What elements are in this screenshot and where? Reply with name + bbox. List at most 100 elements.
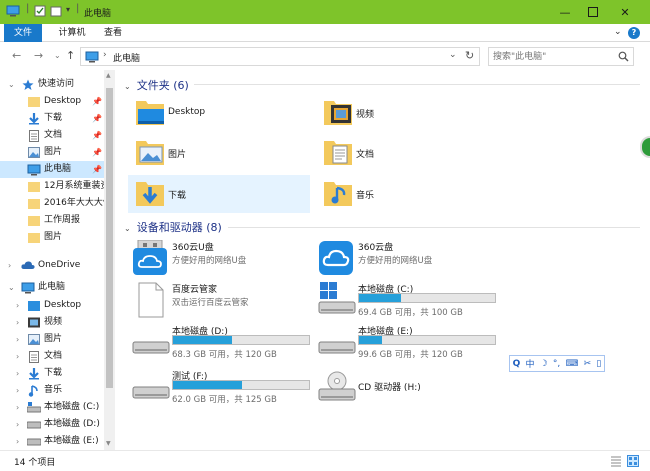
group-header-folders[interactable]: ⌄ 文件夹 (6) (124, 77, 189, 93)
breadcrumb[interactable]: 此电脑 (113, 51, 140, 64)
scroll-down-icon[interactable]: ▼ (106, 440, 111, 447)
nav-scrollbar[interactable]: ▲ ▼ (104, 70, 115, 450)
drive-cd[interactable]: CD 驱动器 (H:) (316, 367, 502, 407)
folder-tile-desktop[interactable]: Desktop (128, 94, 310, 132)
this-pc-icon[interactable] (6, 5, 20, 17)
nav-item-this-pc-quick[interactable]: 此电脑 📌 (0, 161, 104, 178)
scroll-up-icon[interactable]: ▲ (106, 72, 111, 79)
nav-quick-access[interactable]: ⌄ 快速访问 (0, 76, 104, 93)
nav-item-folder[interactable]: 图片 (0, 229, 104, 246)
ime-chinese-mode[interactable]: 中 (525, 357, 534, 370)
download-arrow-icon (29, 113, 39, 125)
chevron-right-icon[interactable]: › (16, 331, 19, 348)
chevron-right-icon[interactable]: › (16, 382, 19, 399)
nav-onedrive[interactable]: › OneDrive (0, 257, 104, 274)
cloud-u-disk-icon (133, 240, 167, 275)
chevron-right-icon[interactable]: › (16, 399, 19, 416)
qat-dropdown-icon[interactable]: ▾ (66, 5, 70, 14)
up-icon[interactable]: ↑ (66, 49, 75, 62)
nav-item-documents[interactable]: 文档 📌 (0, 127, 104, 144)
tab-view[interactable]: 查看 (96, 24, 130, 42)
address-bar[interactable]: › 此电脑 ⌄ ↻ (80, 47, 480, 66)
refresh-icon[interactable]: ↻ (465, 49, 474, 62)
ime-moon-icon[interactable]: ☽ (540, 359, 548, 369)
search-box[interactable] (488, 47, 634, 66)
chevron-right-icon[interactable]: › (16, 297, 19, 314)
chevron-down-icon[interactable]: ⌄ (8, 279, 15, 296)
nav-pc-drive-c[interactable]: › 本地磁盘 (C:) (0, 399, 104, 416)
folder-icon (28, 182, 40, 192)
ime-tools-icon[interactable]: ✂ (584, 359, 592, 369)
ime-keyboard-icon[interactable]: ⌨ (565, 359, 578, 369)
pin-icon[interactable]: 📌 (92, 161, 102, 178)
chevron-right-icon[interactable]: › (16, 348, 19, 365)
breadcrumb-separator-icon[interactable]: › (103, 50, 107, 60)
chevron-down-icon[interactable]: ⌄ (8, 76, 15, 93)
nav-pc-downloads[interactable]: › 下载 (0, 365, 104, 382)
device-360-u-disk[interactable]: 360云U盘 方便好用的网络U盘 (130, 238, 316, 278)
device-baidu-cloud[interactable]: 百度云管家 双击运行百度云管家 (130, 280, 316, 320)
chevron-down-icon[interactable]: ⌄ (124, 224, 131, 233)
group-header-devices[interactable]: ⌄ 设备和驱动器 (8) (124, 219, 222, 235)
nav-item-folder[interactable]: 12月系统重装资 (0, 178, 104, 195)
recent-locations-icon[interactable]: ⌄ (54, 51, 61, 60)
chevron-right-icon[interactable]: › (16, 314, 19, 331)
pin-icon[interactable]: 📌 (92, 93, 102, 110)
drive-c[interactable]: 本地磁盘 (C:) 69.4 GB 可用，共 100 GB (316, 280, 502, 320)
pin-icon[interactable]: 📌 (92, 144, 102, 161)
pin-icon[interactable]: 📌 (92, 110, 102, 127)
help-icon[interactable]: ? (628, 27, 640, 39)
search-icon[interactable] (618, 51, 629, 62)
folder-tile-music[interactable]: 音乐 (316, 175, 498, 213)
forward-icon[interactable]: → (34, 49, 43, 62)
picture-icon (28, 147, 40, 158)
hard-drive-icon (318, 341, 356, 354)
chevron-right-icon[interactable]: › (16, 416, 19, 433)
drive-f[interactable]: 测试 (F:) 62.0 GB 可用，共 125 GB (130, 367, 316, 407)
address-dropdown-icon[interactable]: ⌄ (449, 50, 457, 60)
nav-pc-desktop[interactable]: › Desktop (0, 297, 104, 314)
pin-icon[interactable]: 📌 (92, 127, 102, 144)
nav-pc-drive-e[interactable]: › 本地磁盘 (E:) (0, 433, 104, 450)
nav-this-pc[interactable]: ⌄ 此电脑 (0, 279, 104, 296)
folder-tile-videos[interactable]: 视频 (316, 94, 498, 132)
drive-d[interactable]: 本地磁盘 (D:) 68.3 GB 可用，共 120 GB (130, 322, 316, 362)
folder-tile-pictures[interactable]: 图片 (128, 134, 310, 172)
nav-pc-documents[interactable]: › 文档 (0, 348, 104, 365)
scrollbar-thumb[interactable] (106, 88, 113, 388)
nav-item-pictures[interactable]: 图片 📌 (0, 144, 104, 161)
chevron-right-icon[interactable]: › (16, 365, 19, 382)
close-button[interactable]: ✕ (608, 0, 642, 24)
nav-item-downloads[interactable]: 下载 📌 (0, 110, 104, 127)
tab-file[interactable]: 文件 (4, 24, 42, 42)
nav-pc-pictures[interactable]: › 图片 (0, 331, 104, 348)
maximize-button[interactable] (576, 0, 610, 24)
nav-item-desktop[interactable]: Desktop 📌 (0, 93, 104, 110)
chevron-down-icon[interactable]: ⌄ (124, 82, 131, 91)
device-360-cloud[interactable]: 360云盘 方便好用的网络U盘 (316, 238, 502, 278)
ribbon-collapse-icon[interactable]: ⌄ (614, 27, 622, 37)
nav-pc-music[interactable]: › 音乐 (0, 382, 104, 399)
ime-search-icon[interactable]: Q (513, 359, 521, 369)
address-row: ← → ⌄ ↑ › 此电脑 ⌄ ↻ (0, 43, 650, 70)
new-folder-icon[interactable] (50, 5, 62, 17)
drive-e[interactable]: 本地磁盘 (E:) 99.6 GB 可用，共 120 GB (316, 322, 502, 362)
title-bar: | ▾ | 此电脑 — ✕ (0, 0, 650, 24)
tab-computer[interactable]: 计算机 (50, 24, 94, 42)
back-icon[interactable]: ← (12, 49, 21, 62)
nav-item-folder[interactable]: 2016年大大大倒 (0, 195, 104, 212)
folder-tile-documents[interactable]: 文档 (316, 134, 498, 172)
nav-pc-drive-d[interactable]: › 本地磁盘 (D:) (0, 416, 104, 433)
ime-punctuation-icon[interactable]: °, (553, 359, 560, 369)
ime-toolbar[interactable]: Q 中 ☽ °, ⌨ ✂ ▯ (509, 355, 605, 372)
tiles-view-icon[interactable] (627, 455, 639, 467)
folder-tile-downloads[interactable]: 下载 (128, 175, 310, 213)
search-input[interactable] (493, 50, 611, 63)
chevron-right-icon[interactable]: › (16, 433, 19, 450)
ime-skin-icon[interactable]: ▯ (596, 359, 601, 369)
details-view-icon[interactable] (610, 455, 622, 467)
nav-item-folder[interactable]: 工作周报 (0, 212, 104, 229)
chevron-right-icon[interactable]: › (8, 257, 11, 274)
properties-icon[interactable] (34, 5, 46, 17)
nav-pc-videos[interactable]: › 视频 (0, 314, 104, 331)
